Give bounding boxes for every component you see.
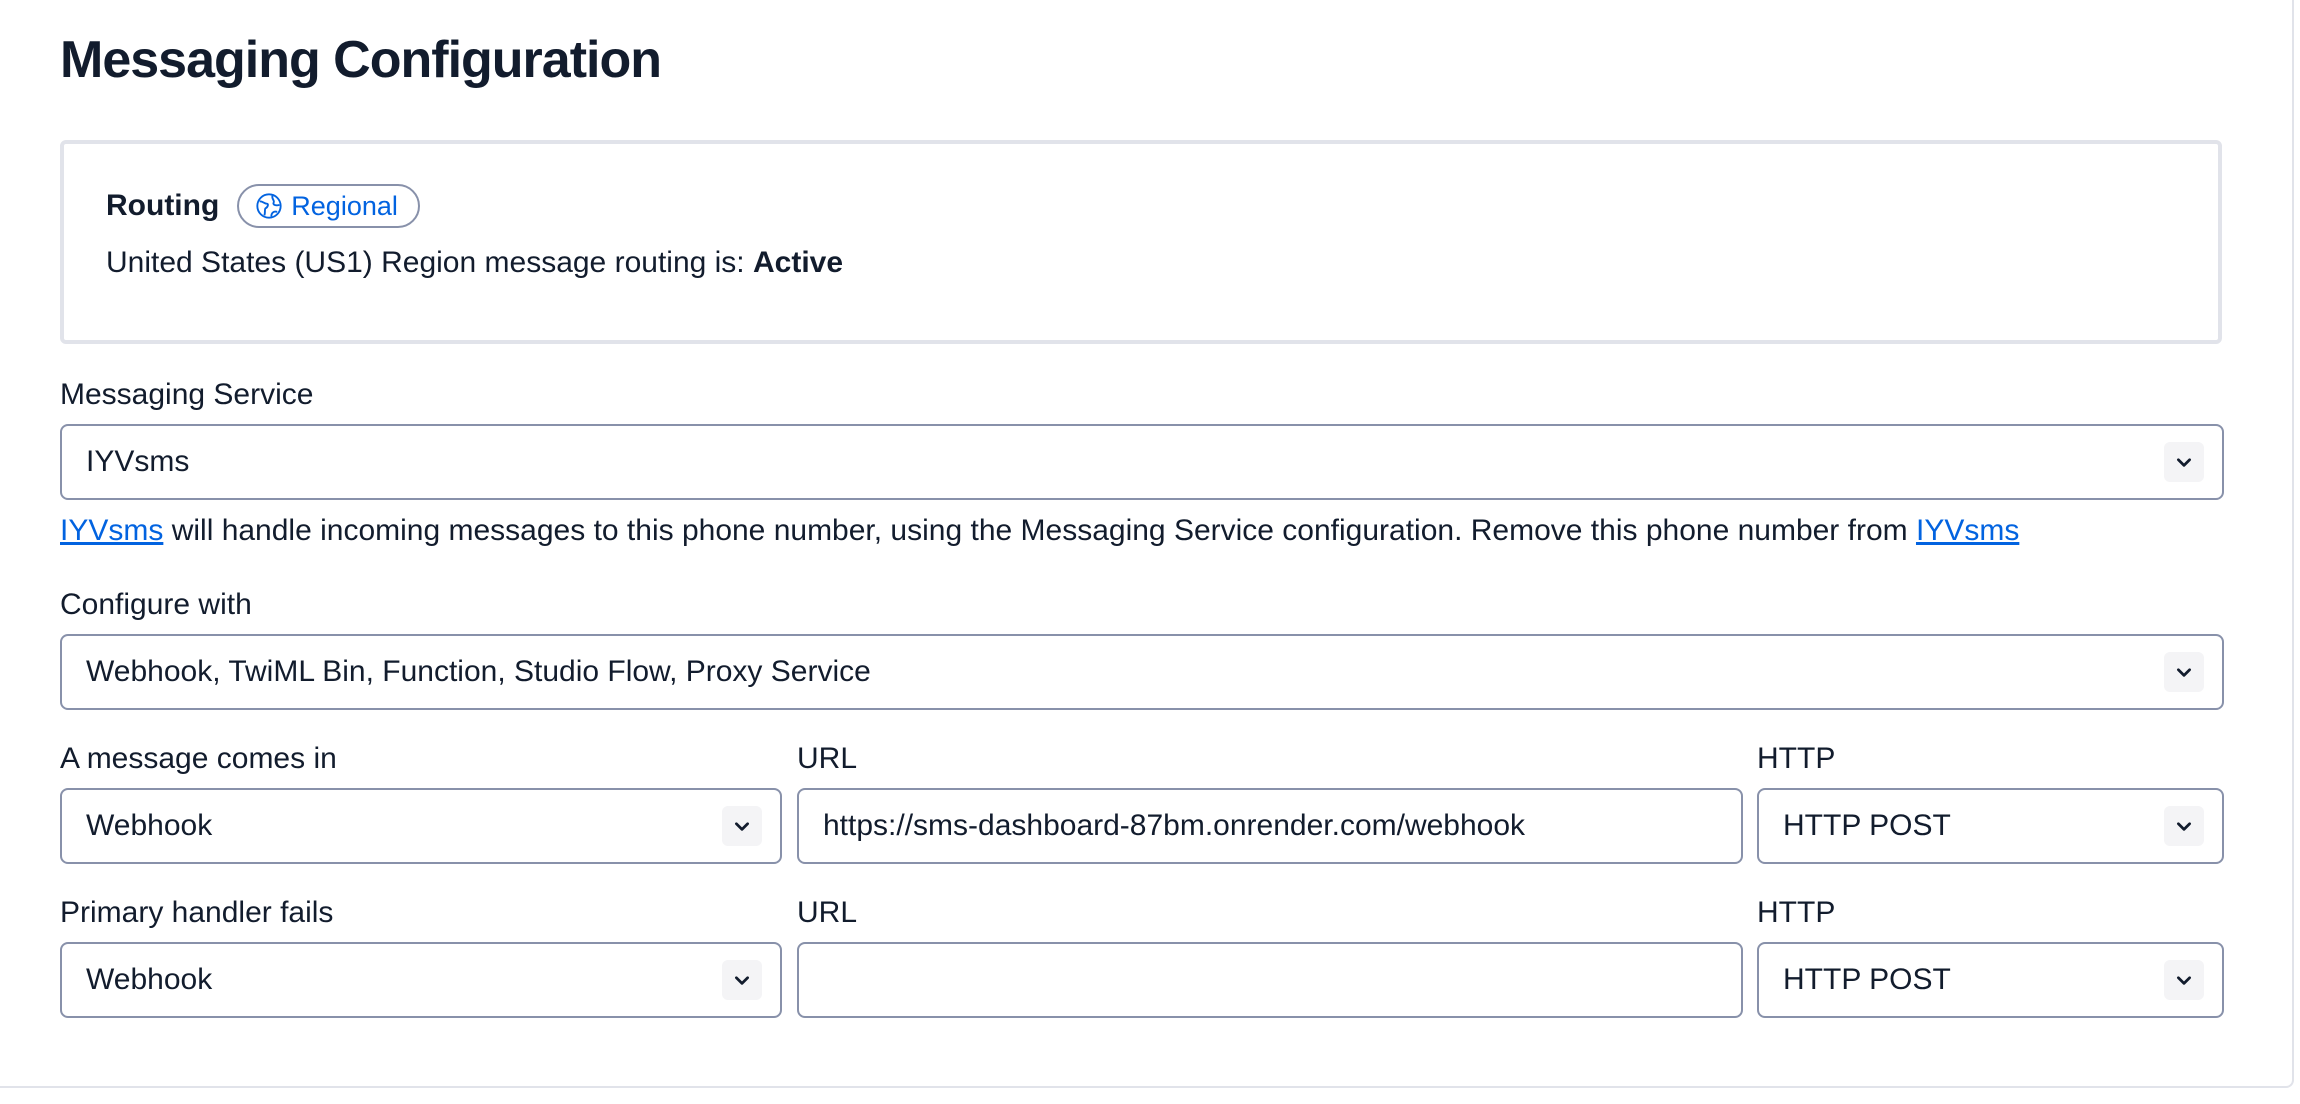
page-title: Messaging Configuration	[60, 31, 662, 89]
messaging-service-link[interactable]: IYVsms	[60, 514, 163, 547]
messaging-service-label: Messaging Service	[60, 378, 314, 411]
routing-status: United States (US1) Region message routi…	[106, 246, 843, 280]
message-handler-value: Webhook	[86, 809, 213, 842]
routing-header: Routing Regional	[106, 184, 420, 228]
chevron-down-icon	[2164, 806, 2204, 846]
messaging-service-help-text: IYVsms will handle incoming messages to …	[60, 514, 2019, 548]
remove-phone-number-link[interactable]: IYVsms	[1916, 514, 2019, 547]
fallback-http-method-select[interactable]: HTTP POST	[1757, 942, 2224, 1018]
fallback-handler-value: Webhook	[86, 963, 213, 996]
chevron-down-icon	[2164, 442, 2204, 482]
chevron-down-icon	[2164, 652, 2204, 692]
help-text-middle: will handle incoming messages to this ph…	[163, 514, 1916, 547]
fallback-url-label: URL	[797, 896, 858, 929]
message-http-method-select[interactable]: HTTP POST	[1757, 788, 2224, 864]
message-http-method-value: HTTP POST	[1783, 809, 1951, 842]
message-url-input[interactable]: https://sms-dashboard-87bm.onrender.com/…	[797, 788, 1743, 864]
chevron-down-icon	[722, 960, 762, 1000]
message-url-value: https://sms-dashboard-87bm.onrender.com/…	[823, 809, 1526, 842]
configure-with-label: Configure with	[60, 588, 252, 621]
chevron-down-icon	[722, 806, 762, 846]
routing-label: Routing	[106, 189, 220, 222]
routing-card: Routing Regional United States (US1) Reg…	[60, 140, 2222, 344]
fallback-http-label: HTTP	[1757, 896, 1836, 929]
message-http-label: HTTP	[1757, 742, 1836, 775]
fallback-http-method-value: HTTP POST	[1783, 963, 1951, 996]
messaging-service-select[interactable]: IYVsms	[60, 424, 2224, 500]
routing-status-prefix: United States (US1) Region message routi…	[106, 246, 753, 279]
chevron-down-icon	[2164, 960, 2204, 1000]
message-url-label: URL	[797, 742, 858, 775]
regional-badge-label: Regional	[291, 190, 398, 221]
configure-with-select[interactable]: Webhook, TwiML Bin, Function, Studio Flo…	[60, 634, 2224, 710]
regional-badge: Regional	[237, 184, 420, 228]
messaging-configuration-panel: Messaging Configuration Routing Regional…	[0, 0, 2294, 1088]
fallback-url-input[interactable]	[797, 942, 1743, 1018]
message-handler-select[interactable]: Webhook	[60, 788, 782, 864]
primary-handler-fails-label: Primary handler fails	[60, 896, 334, 929]
routing-status-value: Active	[752, 246, 844, 279]
message-comes-in-label: A message comes in	[60, 742, 337, 775]
fallback-handler-select[interactable]: Webhook	[60, 942, 782, 1018]
configure-with-value: Webhook, TwiML Bin, Function, Studio Flo…	[86, 655, 871, 688]
globe-icon	[256, 193, 282, 219]
messaging-service-value: IYVsms	[86, 445, 190, 478]
